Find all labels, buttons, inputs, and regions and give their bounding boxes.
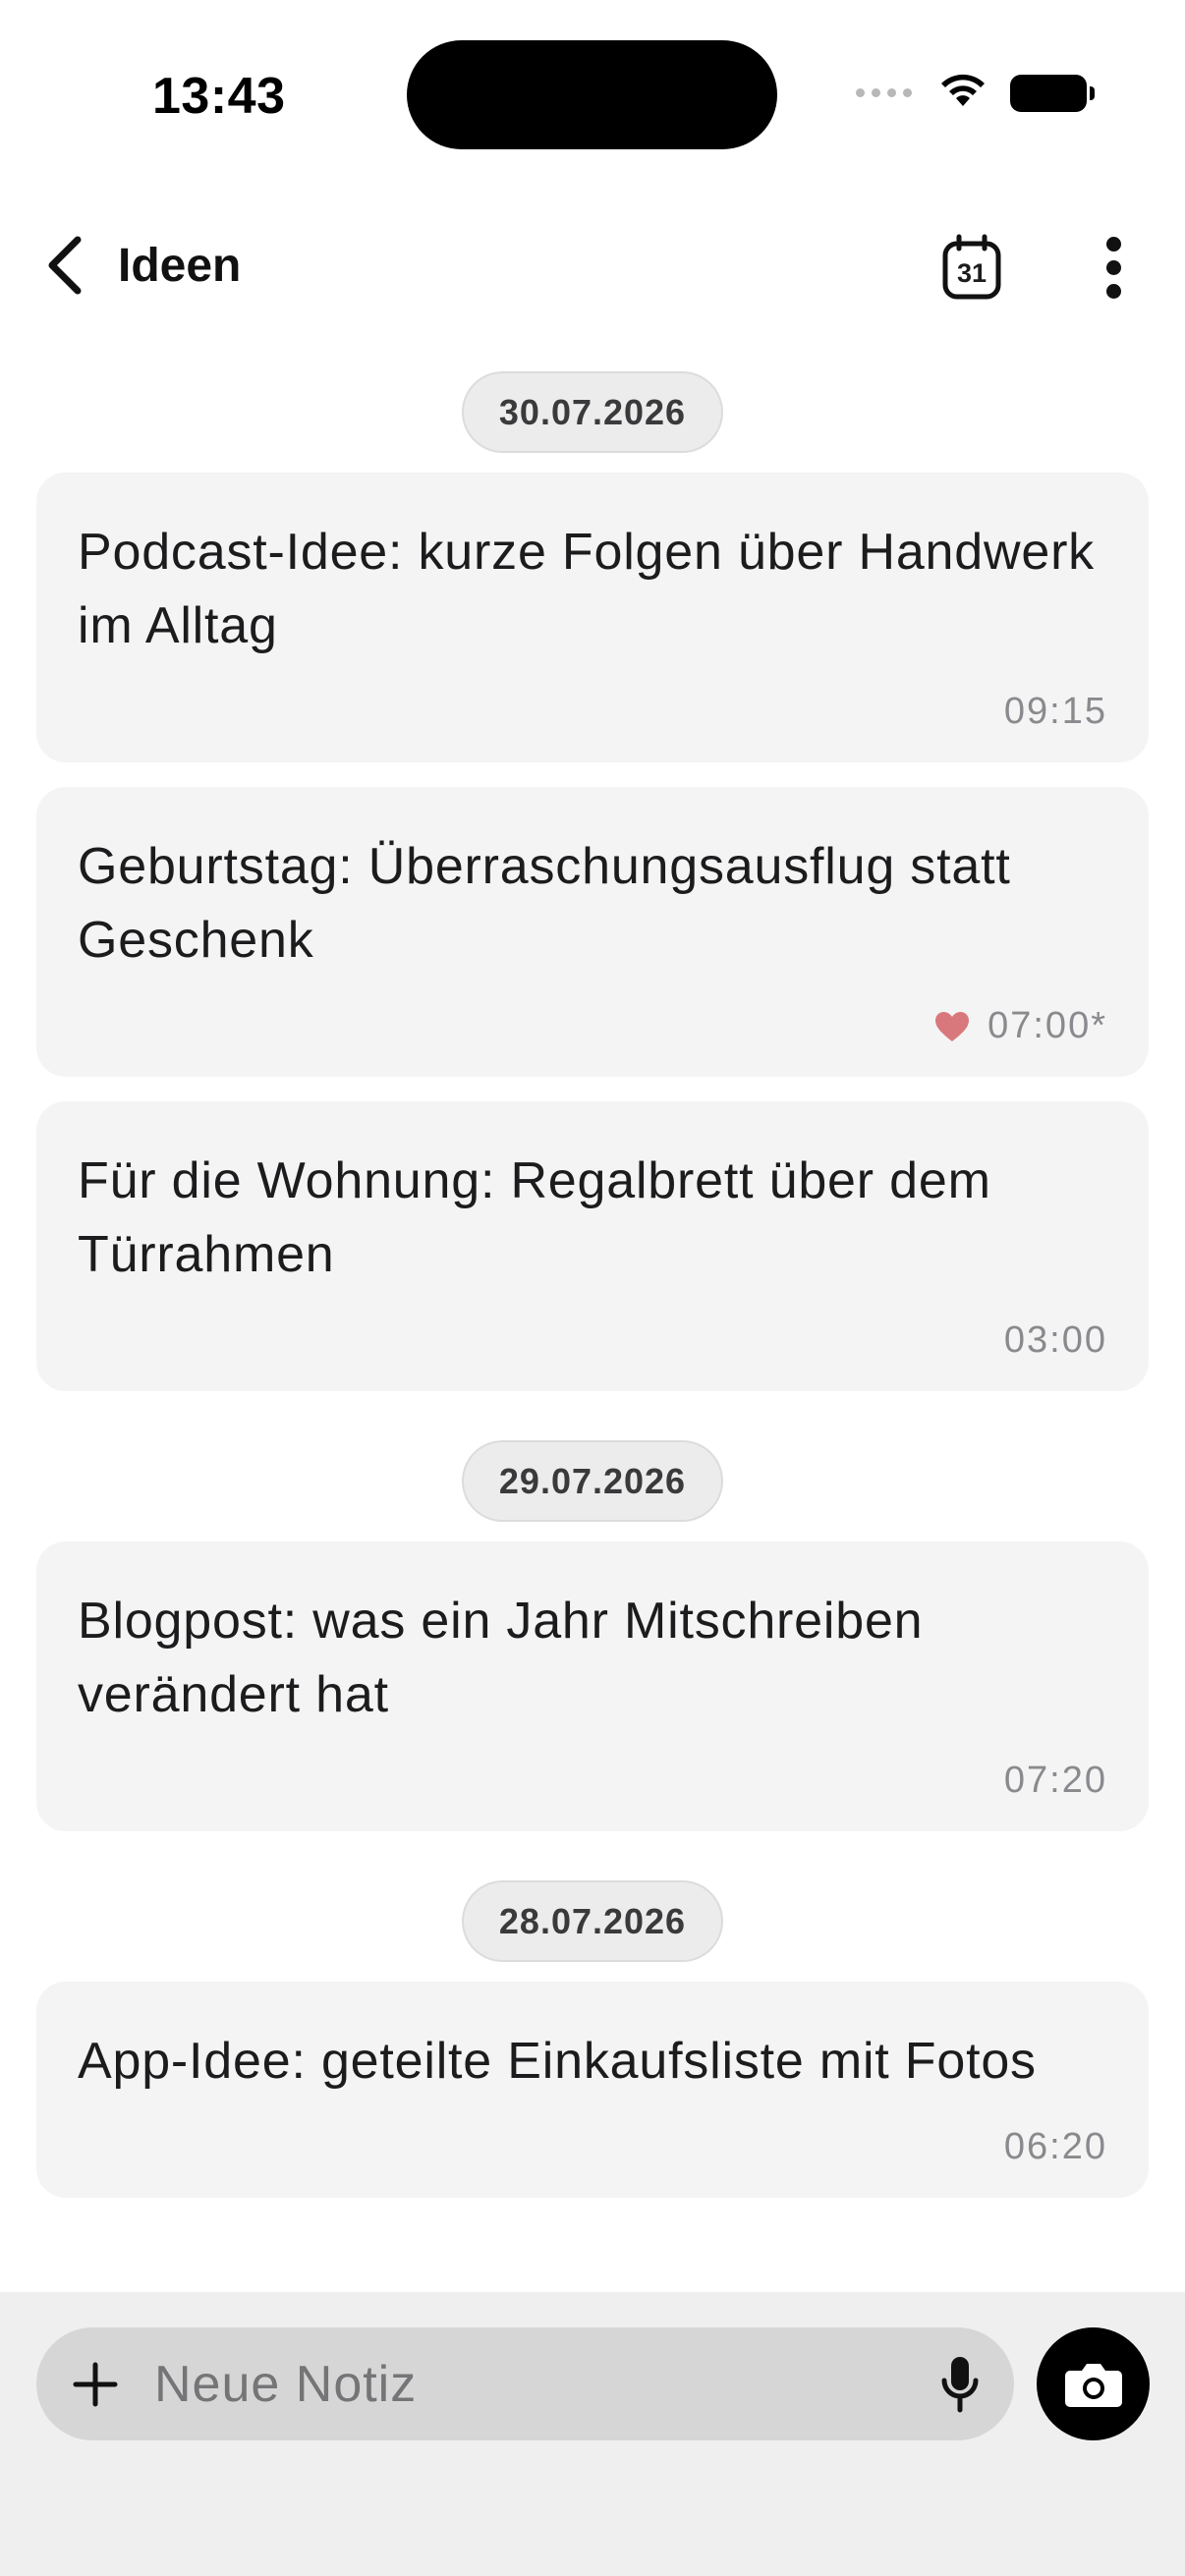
camera-button[interactable]: [1037, 2327, 1150, 2440]
date-chip: 30.07.2026: [461, 371, 724, 453]
note-input-container: [36, 2327, 1014, 2440]
wifi-icon: [937, 71, 988, 115]
note-meta: 06:20: [78, 2126, 1107, 2168]
date-separator: 28.07.2026: [0, 1880, 1185, 1962]
note-card[interactable]: Für die Wohnung: Regalbrett über dem Tür…: [36, 1101, 1149, 1391]
note-meta: 03:00: [78, 1319, 1107, 1362]
top-bar: Ideen 31: [0, 211, 1185, 319]
note-card[interactable]: Podcast-Idee: kurze Folgen über Handwerk…: [36, 473, 1149, 762]
note-text: Blogpost: was ein Jahr Mitschreiben verä…: [78, 1593, 924, 1723]
note-meta: 09:15: [78, 691, 1107, 733]
note-time: 07:20: [1003, 1760, 1107, 1801]
note-card[interactable]: App-Idee: geteilte Einkaufsliste mit Fot…: [36, 1982, 1149, 2198]
dynamic-island: [407, 40, 777, 149]
signal-icon: [856, 88, 912, 97]
plus-icon: [73, 2362, 118, 2407]
camera-icon: [1064, 2363, 1122, 2407]
note-text: Podcast-Idee: kurze Folgen über Handwerk…: [78, 524, 1095, 654]
note-text: Für die Wohnung: Regalbrett über dem Tür…: [78, 1152, 991, 1283]
note-time: 03:00: [1003, 1319, 1107, 1361]
status-bar: 13:43: [0, 0, 1185, 187]
date-separator: 29.07.2026: [0, 1440, 1185, 1522]
note-time: 09:15: [1003, 691, 1107, 732]
back-chevron-icon: [48, 236, 82, 295]
date-chip: 28.07.2026: [461, 1880, 724, 1962]
new-note-input[interactable]: [154, 2341, 921, 2428]
back-button[interactable]: [29, 231, 98, 300]
heart-icon: [934, 1011, 970, 1042]
note-text: Geburtstag: Überraschungsausflug statt G…: [78, 838, 1011, 969]
microphone-icon: [941, 2357, 979, 2413]
more-vertical-icon: [1105, 236, 1121, 252]
note-card[interactable]: Blogpost: was ein Jahr Mitschreiben verä…: [36, 1541, 1149, 1831]
status-icons: [856, 71, 1095, 115]
note-time: 07:00*: [988, 1005, 1107, 1046]
status-time: 13:43: [152, 68, 286, 125]
note-time: 06:20: [1003, 2126, 1107, 2167]
note-meta: 07:00*: [78, 1005, 1107, 1047]
microphone-button[interactable]: [926, 2349, 994, 2420]
notes-feed[interactable]: 30.07.2026 Podcast-Idee: kurze Folgen üb…: [0, 371, 1185, 2198]
date-chip: 29.07.2026: [461, 1440, 724, 1522]
composer-bar: [0, 2292, 1185, 2576]
note-meta: 07:20: [78, 1760, 1107, 1802]
screen: 13:43 Ideen 31 30.07.2026 Podcast-Idee: …: [0, 0, 1185, 2576]
note-text: App-Idee: geteilte Einkaufsliste mit Fot…: [78, 2033, 1037, 2090]
note-card[interactable]: Geburtstag: Überraschungsausflug statt G…: [36, 787, 1149, 1077]
battery-icon: [1010, 74, 1095, 112]
more-options-button[interactable]: [1081, 229, 1146, 306]
calendar-button[interactable]: 31: [933, 229, 1010, 306]
page-title: Ideen: [118, 240, 242, 292]
add-attachment-button[interactable]: [66, 2355, 125, 2414]
date-separator: 30.07.2026: [0, 371, 1185, 453]
calendar-day: 31: [956, 257, 988, 288]
